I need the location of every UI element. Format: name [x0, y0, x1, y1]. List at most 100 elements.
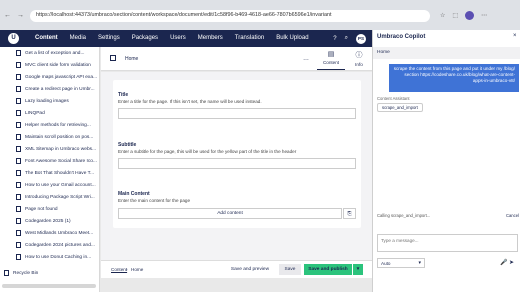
copilot-title: Umbraco Copilot [377, 34, 426, 40]
document-icon [16, 50, 21, 56]
section-users[interactable]: Users [164, 30, 192, 47]
section-packages[interactable]: Packages [126, 30, 164, 47]
tree-item[interactable]: Helper methods for retrieving... [0, 119, 99, 131]
microphone-icon[interactable]: 🎤 [500, 259, 507, 266]
tree-item[interactable]: How to use Donut Caching in... [0, 251, 99, 263]
main-content-label: Main Content [118, 191, 150, 197]
umbraco-logo[interactable]: U [8, 33, 19, 44]
tree-item[interactable]: Create a redirect page in Umbr... [0, 83, 99, 95]
tool-call-chip[interactable]: scrape_and_import [377, 103, 423, 112]
subtitle-input[interactable] [118, 158, 356, 169]
subtitle-label: Subtitle [118, 142, 137, 148]
publish-options-button[interactable]: ▾ [353, 264, 363, 275]
info-icon: ⓘ [355, 52, 363, 59]
more-actions-button[interactable]: … [303, 56, 309, 62]
document-icon [16, 254, 21, 260]
document-icon [16, 110, 21, 116]
tree-item[interactable]: Font Awesome Social Share Ico... [0, 155, 99, 167]
title-input[interactable] [118, 108, 356, 119]
document-icon [16, 182, 21, 188]
chevron-down-icon: ▾ [356, 267, 360, 272]
document-icon [16, 134, 21, 140]
section-settings[interactable]: Settings [92, 30, 126, 47]
breadcrumb-content[interactable]: Content [111, 267, 127, 272]
bookmark-icon[interactable]: ☆ [440, 12, 445, 20]
address-bar[interactable]: https://localhost:44373/umbraco/section/… [30, 10, 430, 22]
save-and-preview-button[interactable]: Save and preview [229, 264, 271, 275]
status-row: Calling scrape_and_import... Cancel [377, 213, 519, 218]
close-icon[interactable]: × [513, 33, 517, 39]
current-user-avatar[interactable]: PS [356, 33, 366, 44]
document-icon [16, 86, 21, 92]
tree-item[interactable]: The Bot That Shouldn't Have T... [0, 167, 99, 179]
tree-item[interactable]: Get a list of exception and... [0, 47, 99, 59]
document-icon [16, 194, 21, 200]
workspace-header: Home … ▤ Content ⓘ Info [101, 47, 372, 71]
chevron-down-icon: ▾ [418, 260, 421, 266]
copilot-panel: Umbraco Copilot × Home scrape the conten… [372, 30, 520, 292]
tree-item[interactable]: Introducing Package Script Wri... [0, 191, 99, 203]
section-bulk-upload[interactable]: Bulk Upload [270, 30, 314, 47]
mode-select[interactable]: Auto ▾ [377, 258, 425, 268]
tree-item[interactable]: LINQPad [0, 107, 99, 119]
editor-canvas: Title Enter a title for the page. If thi… [101, 72, 372, 260]
save-and-publish-button[interactable]: Save and publish [304, 264, 352, 275]
subtitle-description: Enter a subtitle for the page, this will… [118, 149, 297, 154]
tree-item[interactable]: Page not found [0, 203, 99, 215]
section-translation[interactable]: Translation [229, 30, 270, 47]
browser-menu-icon[interactable]: ⋯ [481, 12, 487, 20]
tree-item[interactable]: Codegarden 2025 (1) [0, 215, 99, 227]
copilot-context: Home [373, 47, 520, 59]
tree-item[interactable]: XML Sitemap in Umbraco webs... [0, 143, 99, 155]
tree-item[interactable]: West Midlands Umbraco Meet... [0, 227, 99, 239]
profile-avatar[interactable] [465, 11, 475, 20]
breadcrumb-home[interactable]: Home [131, 267, 143, 272]
trash-icon [4, 270, 9, 276]
tree-item[interactable]: MVC client side form validation [0, 59, 99, 71]
title-label: Title [118, 92, 129, 98]
tree-item[interactable]: Codegarden 2024 pictures and... [0, 239, 99, 251]
cancel-button[interactable]: Cancel [506, 213, 519, 218]
save-button[interactable]: Save [279, 264, 301, 275]
clipboard-button[interactable]: ⎘ [343, 208, 356, 219]
document-icon [16, 230, 21, 236]
workspace-footer: Content › Home Save and preview Save Sav… [101, 260, 372, 278]
breadcrumb-separator: › [126, 267, 128, 272]
help-icon[interactable]: ? [333, 36, 336, 42]
document-icon [16, 122, 21, 128]
section-media[interactable]: Media [64, 30, 92, 47]
section-content[interactable]: Content [29, 30, 64, 47]
main-content-description: Enter the main content for the page [118, 198, 191, 203]
tab-info[interactable]: ⓘ Info [345, 50, 373, 70]
document-icon [110, 55, 116, 61]
send-icon[interactable]: ➤ [509, 259, 514, 266]
properties-card: Title Enter a title for the page. If thi… [113, 80, 361, 228]
content-tree: Get a list of exception and... MVC clien… [0, 47, 100, 292]
add-content-button[interactable]: Add content [118, 208, 342, 219]
browser-actions: ☆ ⬚ ⋯ [440, 11, 487, 20]
search-icon[interactable]: ⌕ [345, 35, 348, 42]
document-icon [16, 74, 21, 80]
document-icon [16, 206, 21, 212]
document-icon [16, 98, 21, 104]
document-icon [16, 242, 21, 248]
forward-icon[interactable]: → [17, 12, 24, 20]
assistant-label: Content Assistant [377, 96, 410, 101]
browser-toolbar: ← → ⟳ https://localhost:44373/umbraco/se… [0, 0, 520, 32]
tree-item[interactable]: Lazy loading images [0, 95, 99, 107]
content-icon: ▤ [327, 51, 335, 58]
tree-item[interactable]: How to use your Gmail account... [0, 179, 99, 191]
node-name-input[interactable]: Home [125, 56, 138, 62]
tab-content[interactable]: ▤ Content [317, 50, 345, 70]
document-icon [16, 146, 21, 152]
top-actions: ? ⌕ PS [333, 33, 366, 44]
tree-scrollbar[interactable] [2, 284, 96, 288]
recycle-bin[interactable]: Recycle Bin [4, 270, 38, 276]
user-message: scrape the content from this page and pu… [389, 64, 519, 92]
back-icon[interactable]: ← [4, 12, 11, 20]
tree-item[interactable]: Maintain scroll position on pos... [0, 131, 99, 143]
section-members[interactable]: Members [192, 30, 229, 47]
tree-item[interactable]: Google maps javascript API exa... [0, 71, 99, 83]
chat-input[interactable]: Type a message... [377, 234, 518, 252]
extensions-icon[interactable]: ⬚ [452, 12, 458, 20]
